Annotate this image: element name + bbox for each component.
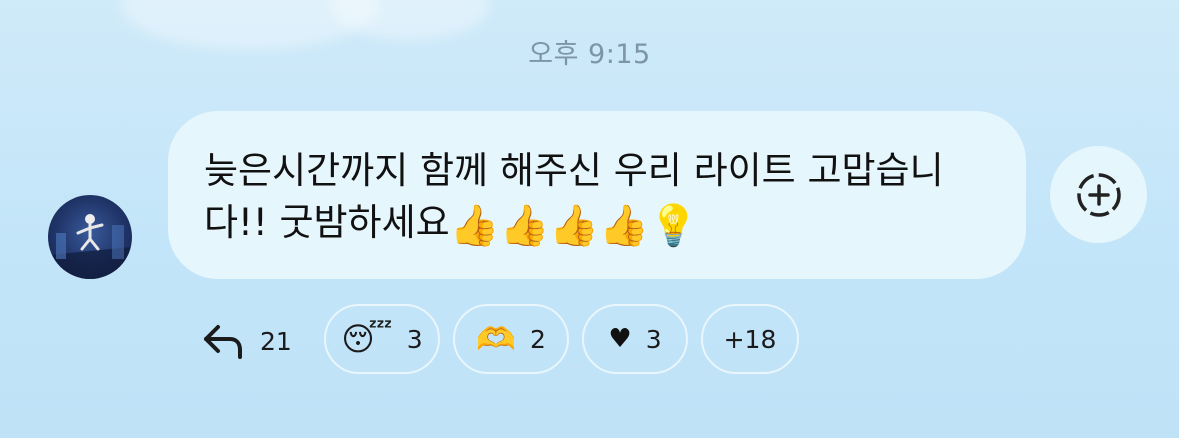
thumbs-up-emoji: 👍 [499, 203, 550, 249]
heart-icon: ♥ [608, 324, 632, 354]
add-reaction-button[interactable] [1050, 146, 1147, 243]
heart-hands-emoji: 🫶 [476, 320, 516, 358]
avatar-image [48, 214, 132, 279]
reply-arrow-icon [204, 325, 242, 359]
message-bubble[interactable]: 늦은시간까지 함께 해주신 우리 라이트 고맙습니다!! 굿밤하세요👍👍👍👍💡 [168, 111, 1026, 279]
more-reactions-button[interactable]: +18 [701, 304, 799, 374]
light-bulb-emoji: 💡 [648, 203, 699, 249]
reaction-chip-sleeping[interactable]: 😴 3 [324, 304, 440, 374]
reply-count: 21 [260, 326, 292, 356]
message-body: 늦은시간까지 함께 해주신 우리 라이트 고맙습니다!! 굿밤하세요👍👍👍👍💡 [204, 145, 996, 249]
thumbs-up-emoji: 👍 [549, 203, 600, 249]
avatar[interactable] [48, 195, 132, 279]
reaction-count: 3 [645, 324, 662, 354]
reaction-chip-heart[interactable]: ♥ 3 [582, 304, 688, 374]
reaction-chip-heart-hands[interactable]: 🫶 2 [453, 304, 569, 374]
message-timestamp: 오후 9:15 [528, 39, 651, 70]
thumbs-up-emoji: 👍 [599, 203, 649, 249]
thumbs-up-emoji: 👍 [449, 203, 500, 249]
add-reaction-icon [1076, 172, 1121, 217]
more-reactions-count: +18 [723, 324, 777, 354]
reply-button[interactable]: 21 [200, 316, 292, 366]
sleeping-face-emoji: 😴 [341, 320, 393, 358]
reaction-count: 3 [406, 324, 423, 354]
reaction-count: 2 [529, 324, 546, 354]
